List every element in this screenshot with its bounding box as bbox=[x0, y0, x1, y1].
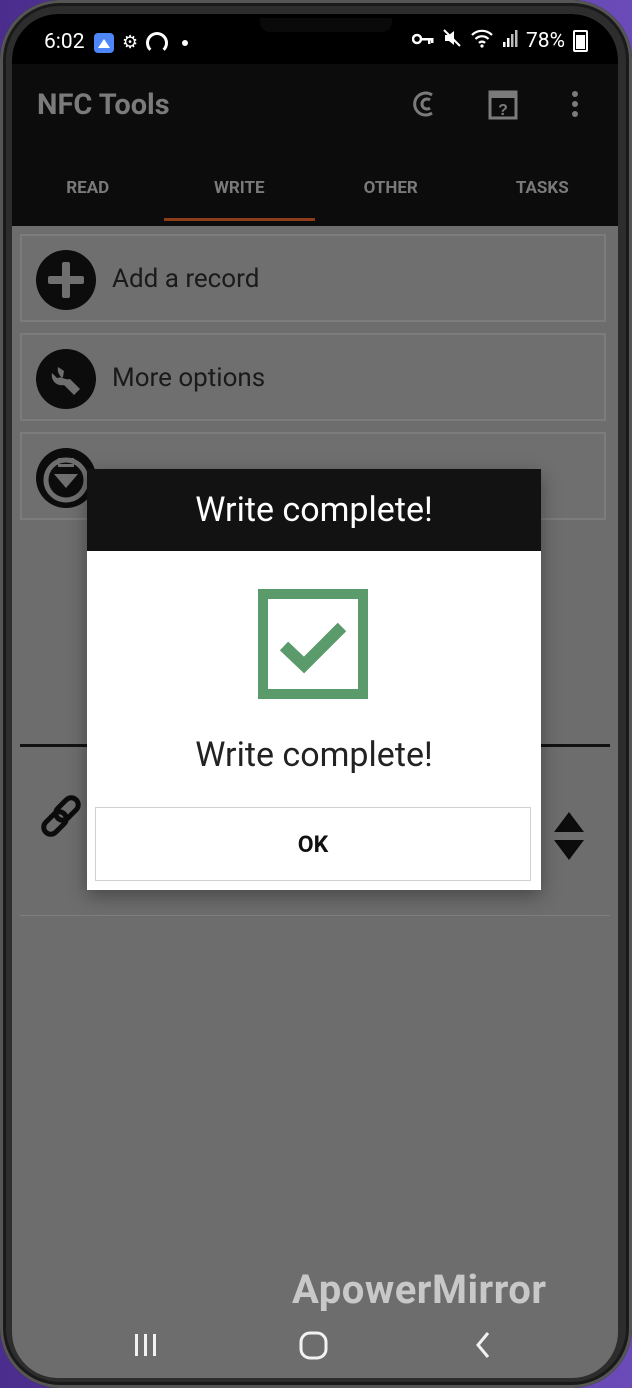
nfc-scan-icon[interactable] bbox=[412, 90, 440, 118]
home-icon[interactable] bbox=[284, 1324, 344, 1368]
battery-percent: 78% bbox=[526, 28, 565, 53]
tab-tasks[interactable]: TASKS bbox=[467, 174, 619, 226]
recents-icon[interactable] bbox=[116, 1324, 176, 1368]
link-icon bbox=[40, 794, 86, 840]
dialog-message: Write complete! bbox=[195, 735, 433, 775]
system-nav-bar bbox=[12, 1324, 618, 1378]
help-icon[interactable]: ? bbox=[488, 90, 518, 120]
signal-icon bbox=[502, 28, 518, 53]
phone-frame: 6:02 ⚙ 78% NFC Tools ? READ WRITE OTHER … bbox=[0, 0, 632, 1388]
key-icon bbox=[411, 30, 434, 51]
ok-button[interactable]: OK bbox=[95, 807, 531, 881]
more-options-row[interactable]: More options bbox=[20, 333, 606, 421]
wrench-icon bbox=[36, 349, 96, 409]
record-separator bbox=[20, 915, 610, 916]
status-system-icons: 78% bbox=[411, 28, 588, 53]
settings-notification-icon: ⚙ bbox=[122, 32, 139, 53]
more-vert-icon[interactable] bbox=[570, 90, 580, 118]
tab-read[interactable]: READ bbox=[12, 174, 164, 226]
hook-notification-icon bbox=[146, 32, 169, 54]
dialog-title: Write complete! bbox=[87, 469, 541, 551]
status-notification-icons: ⚙ bbox=[94, 32, 189, 54]
wifi-icon bbox=[470, 28, 494, 53]
check-icon bbox=[258, 589, 368, 699]
battery-icon bbox=[573, 29, 588, 52]
add-circle-icon bbox=[36, 250, 96, 310]
app-bar: NFC Tools ? READ WRITE OTHER TASKS bbox=[12, 64, 618, 226]
mute-icon bbox=[442, 28, 462, 53]
tab-bar: READ WRITE OTHER TASKS bbox=[12, 174, 618, 226]
tab-write[interactable]: WRITE bbox=[163, 174, 316, 226]
more-options-label: More options bbox=[112, 363, 266, 393]
add-record-label: Add a record bbox=[112, 264, 260, 294]
add-record-row[interactable]: Add a record bbox=[20, 234, 606, 322]
back-icon[interactable] bbox=[452, 1324, 512, 1368]
reorder-arrows-icon[interactable] bbox=[552, 810, 586, 862]
app-notification-icon bbox=[94, 33, 114, 53]
tab-other[interactable]: OTHER bbox=[315, 174, 467, 226]
camera-notch bbox=[260, 18, 392, 32]
watermark-text: ApowerMirror bbox=[292, 1266, 547, 1313]
more-notifications-dot-icon bbox=[182, 40, 189, 46]
phone-screen: 6:02 ⚙ 78% NFC Tools ? READ WRITE OTHER … bbox=[12, 14, 618, 1378]
status-time: 6:02 bbox=[44, 30, 85, 54]
svg-text:?: ? bbox=[498, 102, 508, 119]
write-complete-dialog: Write complete! Write complete! OK bbox=[87, 469, 541, 890]
app-title: NFC Tools bbox=[37, 88, 170, 122]
